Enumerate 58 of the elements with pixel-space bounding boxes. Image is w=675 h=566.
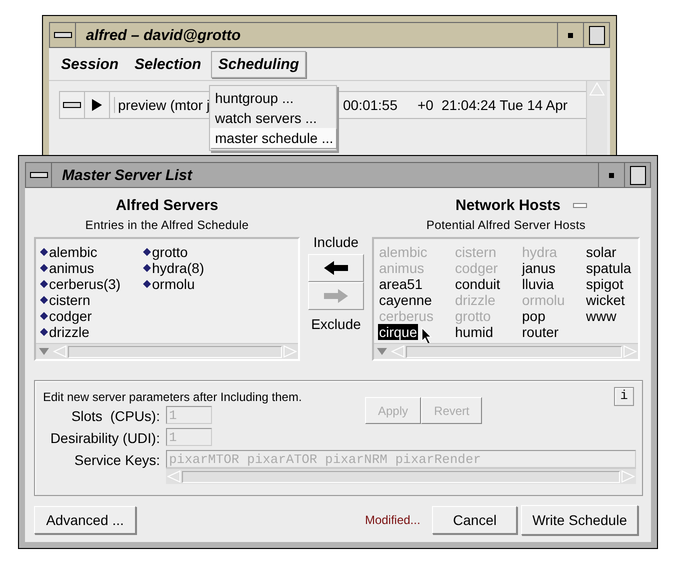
- horizontal-scrollbar[interactable]: [374, 343, 638, 359]
- host-item[interactable]: conduit: [454, 276, 502, 292]
- server-item[interactable]: cerberus(3): [40, 276, 143, 292]
- menu-item[interactable]: Session: [55, 52, 125, 76]
- host-item[interactable]: solar: [585, 244, 618, 260]
- menu-item[interactable]: Scheduling: [211, 50, 306, 78]
- menu-item[interactable]: Selection: [128, 52, 208, 76]
- options-button[interactable]: [572, 202, 587, 210]
- list-subtitle: Entries in the Alfred Schedule: [85, 218, 249, 232]
- server-item[interactable]: hydra(8): [143, 260, 243, 276]
- host-item[interactable]: spigot: [585, 276, 624, 292]
- list-title: Alfred Servers: [116, 197, 218, 214]
- host-item[interactable]: cirque: [378, 324, 418, 340]
- host-item[interactable]: spatula: [585, 260, 632, 276]
- horizontal-scrollbar[interactable]: [36, 343, 298, 359]
- instruction-text: Edit new server parameters after Including them.: [43, 390, 302, 404]
- right-arrow-icon: [322, 288, 350, 304]
- menu-option[interactable]: huntgroup ...: [210, 88, 336, 108]
- status-text: Modified...: [364, 513, 420, 527]
- list-subtitle: Potential Alfred Server Hosts: [426, 218, 586, 232]
- host-item[interactable]: area51: [378, 276, 424, 292]
- menu-option[interactable]: master schedule ...: [210, 128, 336, 148]
- exclude-label: Exclude: [311, 316, 361, 332]
- server-item[interactable]: animus: [40, 260, 143, 276]
- host-item[interactable]: pop: [521, 308, 546, 324]
- host-item[interactable]: www: [585, 308, 618, 324]
- dialog-button[interactable]: Write Schedule: [521, 505, 638, 535]
- list-title: Network Hosts: [455, 197, 561, 214]
- host-item[interactable]: cayenne: [378, 292, 433, 308]
- field-label: Service Keys:: [73, 451, 160, 470]
- collapse-button[interactable]: [60, 92, 85, 118]
- play-icon: [92, 99, 102, 111]
- dialog-button[interactable]: Cancel: [432, 506, 518, 534]
- timestamp: 21:04:24 Tue 14 Apr: [441, 97, 568, 113]
- server-item[interactable]: codger: [40, 308, 143, 324]
- host-item[interactable]: humid: [454, 324, 494, 340]
- time-offset: +0: [418, 97, 434, 113]
- host-item[interactable]: janus: [521, 260, 556, 276]
- include-button[interactable]: [308, 254, 364, 282]
- field-label: Slots (CPUs):: [70, 407, 160, 426]
- mouse-pointer-icon: [421, 327, 434, 345]
- server-item[interactable]: ormolu: [143, 276, 243, 292]
- server-item[interactable]: alembic: [40, 244, 143, 260]
- field-label: Desirability (UDI):: [49, 429, 160, 448]
- host-item[interactable]: wicket: [585, 292, 626, 308]
- left-arrow-icon: [322, 260, 350, 276]
- server-item[interactable]: grotto: [143, 244, 243, 260]
- menu-option[interactable]: watch servers ...: [210, 108, 336, 128]
- info-button[interactable]: i: [614, 387, 634, 406]
- include-label: Include: [313, 234, 359, 250]
- elapsed-time: 00:01:55: [343, 97, 398, 113]
- server-item[interactable]: drizzle: [40, 324, 143, 340]
- advanced-button[interactable]: Advanced ...: [34, 506, 136, 534]
- window-title: Master Server List: [61, 166, 194, 184]
- server-item[interactable]: cistern: [40, 292, 143, 308]
- host-item[interactable]: router: [521, 324, 560, 340]
- window-title: alfred – david@grotto: [85, 26, 242, 44]
- host-item[interactable]: lluvia: [521, 276, 555, 292]
